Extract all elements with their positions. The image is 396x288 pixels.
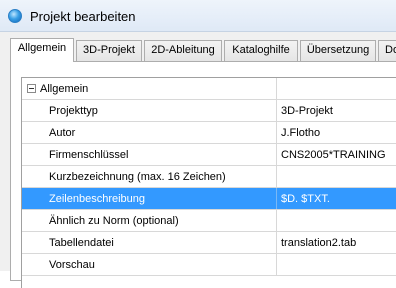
grid-row-aehnlich-zu-norm[interactable]: Ähnlich zu Norm (optional) (22, 210, 396, 232)
app-icon (8, 9, 22, 23)
tab-label: Doku (385, 44, 396, 56)
tab-label: Übersetzung (306, 44, 370, 56)
grid-row-vorschau[interactable]: Vorschau (22, 254, 396, 276)
tab-label: 2D-Ableitung (151, 44, 215, 56)
window-title: Projekt bearbeiten (30, 9, 136, 24)
tab-strip: Allgemein 3D-Projekt 2D-Ableitung Katalo… (10, 38, 396, 62)
tab-panel-allgemein: Allgemein Projekttyp 3D-Projekt Autor J.… (10, 61, 396, 288)
property-value[interactable]: $D. $TXT. (281, 193, 330, 205)
tab-label: 3D-Projekt (83, 44, 135, 56)
grid-row-kurzbezeichnung[interactable]: Kurzbezeichnung (max. 16 Zeichen) (22, 166, 396, 188)
property-value[interactable]: 3D-Projekt (281, 105, 333, 117)
group-cell: Allgemein (22, 78, 277, 99)
property-name-cell: Autor (22, 122, 277, 143)
tab-label: Kataloghilfe (232, 44, 290, 56)
tab-2d-ableitung[interactable]: 2D-Ableitung (144, 40, 222, 61)
tab-3d-projekt[interactable]: 3D-Projekt (76, 40, 142, 61)
property-label: Vorschau (49, 259, 95, 271)
grid-row-zeilenbeschreibung[interactable]: Zeilenbeschreibung $D. $TXT. (22, 188, 396, 210)
property-name-cell: Projekttyp (22, 100, 277, 121)
property-grid: Allgemein Projekttyp 3D-Projekt Autor J.… (21, 77, 396, 288)
property-label: Kurzbezeichnung (max. 16 Zeichen) (49, 171, 226, 183)
property-label: Zeilenbeschreibung (49, 193, 146, 205)
property-value[interactable]: translation2.tab (281, 237, 356, 249)
property-value[interactable]: J.Flotho (281, 127, 320, 139)
property-label: Tabellendatei (49, 237, 114, 249)
grid-group-allgemein[interactable]: Allgemein (22, 78, 396, 100)
dialog-body: Allgemein 3D-Projekt 2D-Ableitung Katalo… (0, 32, 396, 288)
property-label: Ähnlich zu Norm (optional) (49, 215, 179, 227)
collapse-minus-icon[interactable] (27, 84, 36, 93)
grid-row-tabellendatei[interactable]: Tabellendatei translation2.tab (22, 232, 396, 254)
property-name-cell: Kurzbezeichnung (max. 16 Zeichen) (22, 166, 277, 187)
tab-allgemein[interactable]: Allgemein (10, 38, 74, 62)
property-name-cell: Vorschau (22, 254, 277, 275)
property-name-cell: Firmenschlüssel (22, 144, 277, 165)
property-name-cell: Tabellendatei (22, 232, 277, 253)
property-name-cell: Zeilenbeschreibung (22, 188, 277, 209)
property-name-cell: Ähnlich zu Norm (optional) (22, 210, 277, 231)
property-value[interactable]: CNS2005*TRAINING (281, 149, 386, 161)
title-bar[interactable]: Projekt bearbeiten (0, 0, 396, 32)
grid-row-autor[interactable]: Autor J.Flotho (22, 122, 396, 144)
tab-kataloghilfe[interactable]: Kataloghilfe (224, 40, 298, 61)
property-label: Autor (49, 127, 76, 139)
tab-uebersetzung[interactable]: Übersetzung (300, 40, 376, 61)
group-label: Allgemein (40, 83, 89, 95)
property-label: Firmenschlüssel (49, 149, 129, 161)
tab-label: Allgemein (17, 42, 67, 54)
grid-row-projekttyp[interactable]: Projekttyp 3D-Projekt (22, 100, 396, 122)
property-label: Projekttyp (49, 105, 98, 117)
tab-doku[interactable]: Doku (378, 40, 396, 61)
grid-row-firmenschluessel[interactable]: Firmenschlüssel CNS2005*TRAINING (22, 144, 396, 166)
